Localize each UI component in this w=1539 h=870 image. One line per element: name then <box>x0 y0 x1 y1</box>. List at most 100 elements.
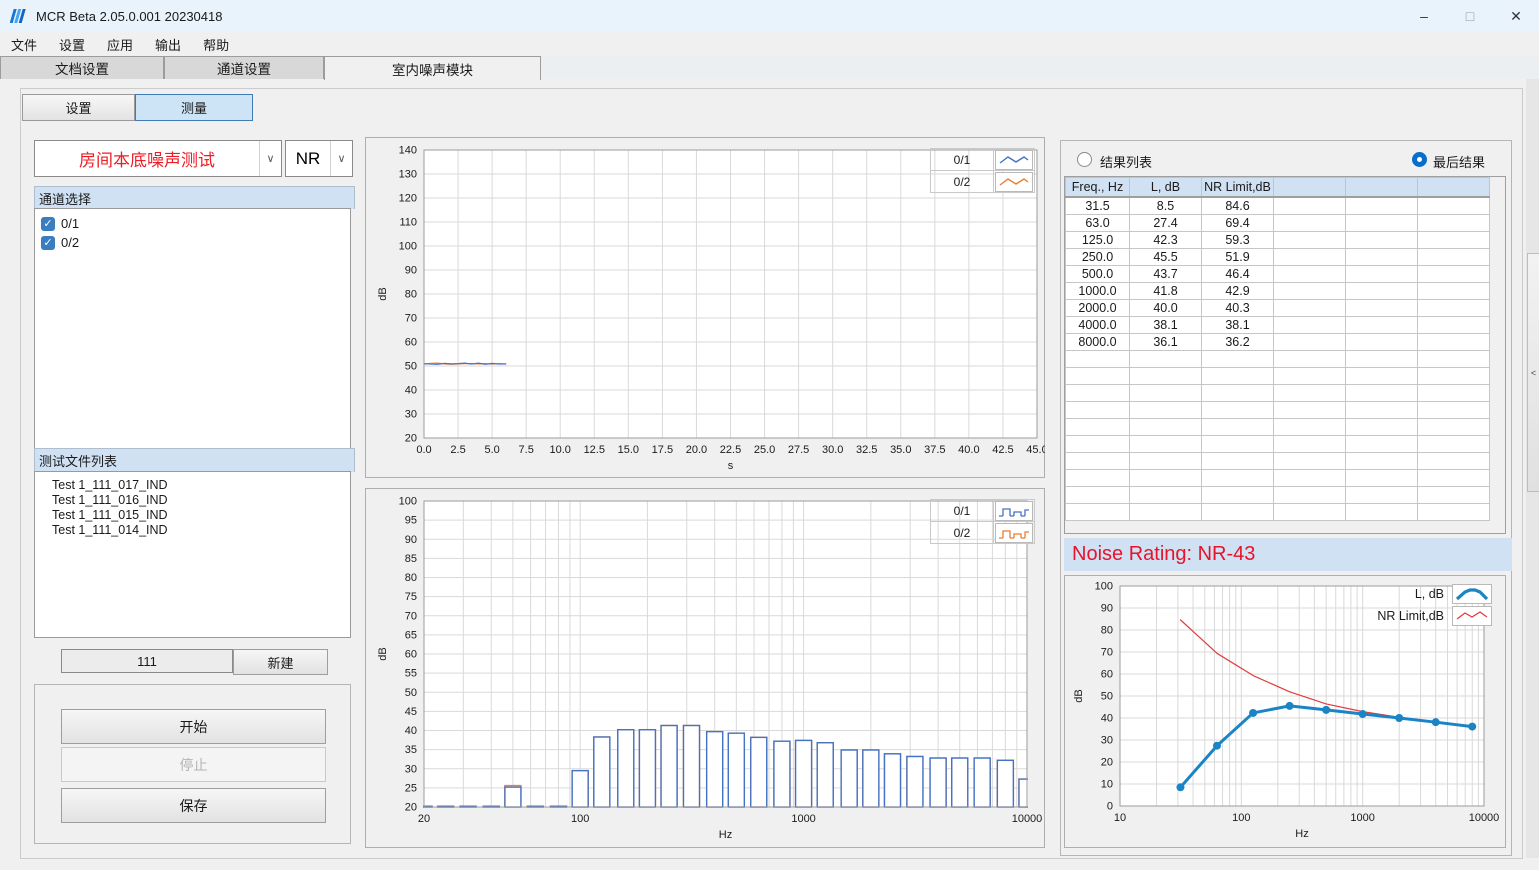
table-cell <box>1202 351 1274 368</box>
svg-text:0.0: 0.0 <box>416 444 431 456</box>
table-cell <box>1202 470 1274 487</box>
table-cell <box>1418 453 1490 470</box>
table-cell <box>1130 368 1202 385</box>
close-button[interactable]: ✕ <box>1493 0 1539 32</box>
table-cell: 4000.0 <box>1066 317 1130 334</box>
table-cell <box>1418 266 1490 283</box>
channel-item-0/2[interactable]: ✓0/2 <box>35 233 350 252</box>
result-list-radio-label[interactable]: 结果列表 <box>1100 152 1152 171</box>
menu-bar: 文件设置应用输出帮助 <box>0 32 1539 56</box>
menu-item-5[interactable]: 帮助 <box>192 33 240 56</box>
menu-item-2[interactable]: 设置 <box>48 33 96 56</box>
table-cell: 59.3 <box>1202 232 1274 249</box>
tab-2[interactable]: 通道设置 <box>164 56 324 79</box>
file-list-item[interactable]: Test 1_111_015_IND <box>35 508 350 523</box>
svg-text:10000: 10000 <box>1469 812 1500 824</box>
table-cell: 40.0 <box>1130 300 1202 317</box>
table-cell <box>1274 215 1346 232</box>
table-cell <box>1346 249 1418 266</box>
svg-text:7.5: 7.5 <box>519 444 534 456</box>
spectrum-chart-legend: 0/1 0/2 <box>930 499 1035 543</box>
table-cell <box>1274 317 1346 334</box>
table-cell <box>1346 470 1418 487</box>
tab-3[interactable]: 室内噪声模块 <box>324 56 541 80</box>
table-cell <box>1274 197 1346 215</box>
table-cell: 46.4 <box>1202 266 1274 283</box>
svg-text:1000: 1000 <box>1350 812 1374 824</box>
table-cell <box>1130 385 1202 402</box>
table-cell <box>1418 215 1490 232</box>
results-table[interactable]: Freq., HzL, dBNR Limit,dB 31.58.584.6 63… <box>1065 177 1490 521</box>
table-row <box>1066 453 1490 470</box>
line-series-icon <box>995 172 1033 192</box>
subtab-measure[interactable]: 测量 <box>135 94 253 121</box>
file-list[interactable]: Test 1_111_017_INDTest 1_111_016_INDTest… <box>34 471 351 638</box>
result-list-radio[interactable] <box>1077 152 1092 167</box>
results-table-body: 31.58.584.6 63.027.469.4 125.042.359.3 2… <box>1066 197 1490 521</box>
table-cell <box>1274 487 1346 504</box>
table-cell <box>1202 487 1274 504</box>
table-cell: 41.8 <box>1130 283 1202 300</box>
subtab-settings[interactable]: 设置 <box>22 94 135 121</box>
svg-text:55: 55 <box>405 668 417 680</box>
legend-label: 0/1 <box>930 148 994 171</box>
maximize-button[interactable]: □ <box>1447 0 1493 32</box>
svg-text:60: 60 <box>1101 669 1113 681</box>
table-cell: 38.1 <box>1130 317 1202 334</box>
svg-text:37.5: 37.5 <box>924 444 945 456</box>
table-row <box>1066 419 1490 436</box>
legend-label: L, dB <box>1349 583 1452 605</box>
chevron-down-icon[interactable]: ∨ <box>330 141 352 176</box>
svg-text:100: 100 <box>1232 812 1250 824</box>
menu-item-1[interactable]: 文件 <box>0 33 48 56</box>
svg-text:10: 10 <box>1101 779 1113 791</box>
checkbox-icon[interactable]: ✓ <box>41 217 55 231</box>
table-cell: 40.3 <box>1202 300 1274 317</box>
svg-text:85: 85 <box>405 553 417 565</box>
table-cell <box>1346 504 1418 521</box>
table-cell <box>1130 436 1202 453</box>
file-name-input[interactable] <box>61 649 233 673</box>
table-row: 1000.041.842.9 <box>1066 283 1490 300</box>
collapse-panel-button[interactable]: < <box>1527 253 1539 492</box>
file-list-item[interactable]: Test 1_111_016_IND <box>35 493 350 508</box>
table-cell <box>1274 402 1346 419</box>
legend-row: 0/2 <box>930 521 1035 543</box>
table-cell <box>1274 351 1346 368</box>
last-result-radio[interactable] <box>1412 152 1427 167</box>
last-result-radio-label[interactable]: 最后结果 <box>1433 152 1485 171</box>
table-cell <box>1346 283 1418 300</box>
tab-1[interactable]: 文档设置 <box>0 56 164 79</box>
svg-text:100: 100 <box>571 813 589 825</box>
menu-item-3[interactable]: 应用 <box>96 33 144 56</box>
legend-row: 0/1 <box>930 499 1035 521</box>
svg-text:1000: 1000 <box>791 813 815 825</box>
table-cell <box>1202 453 1274 470</box>
channel-list[interactable]: ✓ 0/1 ✓0/2 <box>34 208 351 455</box>
channel-item-0/1[interactable]: ✓ 0/1 <box>35 214 350 233</box>
test-type-combobox[interactable]: 房间本底噪声测试 ∨ <box>34 140 282 177</box>
svg-text:140: 140 <box>399 145 417 157</box>
save-button[interactable]: 保存 <box>61 788 326 823</box>
minimize-button[interactable]: – <box>1401 0 1447 32</box>
svg-text:15.0: 15.0 <box>618 444 639 456</box>
results-header-row: Freq., HzL, dBNR Limit,dB <box>1066 178 1490 198</box>
channel-label: 0/1 <box>61 216 79 231</box>
rating-type-combobox[interactable]: NR ∨ <box>285 140 353 177</box>
menu-item-4[interactable]: 输出 <box>144 33 192 56</box>
table-cell: 8000.0 <box>1066 334 1130 351</box>
new-file-button[interactable]: 新建 <box>233 649 328 675</box>
table-cell: 125.0 <box>1066 232 1130 249</box>
table-cell: 45.5 <box>1130 249 1202 266</box>
bar-series-icon <box>995 523 1033 543</box>
stop-button: 停止 <box>61 747 326 782</box>
start-button[interactable]: 开始 <box>61 709 326 744</box>
noise-rating-text: Noise Rating: NR-43 <box>1072 543 1255 566</box>
svg-text:20: 20 <box>418 813 430 825</box>
checkbox-icon[interactable]: ✓ <box>41 236 55 250</box>
chevron-down-icon[interactable]: ∨ <box>259 141 281 176</box>
file-list-item[interactable]: Test 1_111_014_IND <box>35 523 350 538</box>
file-list-item[interactable]: Test 1_111_017_IND <box>35 478 350 493</box>
legend-label: 0/2 <box>930 521 994 544</box>
table-cell <box>1274 419 1346 436</box>
